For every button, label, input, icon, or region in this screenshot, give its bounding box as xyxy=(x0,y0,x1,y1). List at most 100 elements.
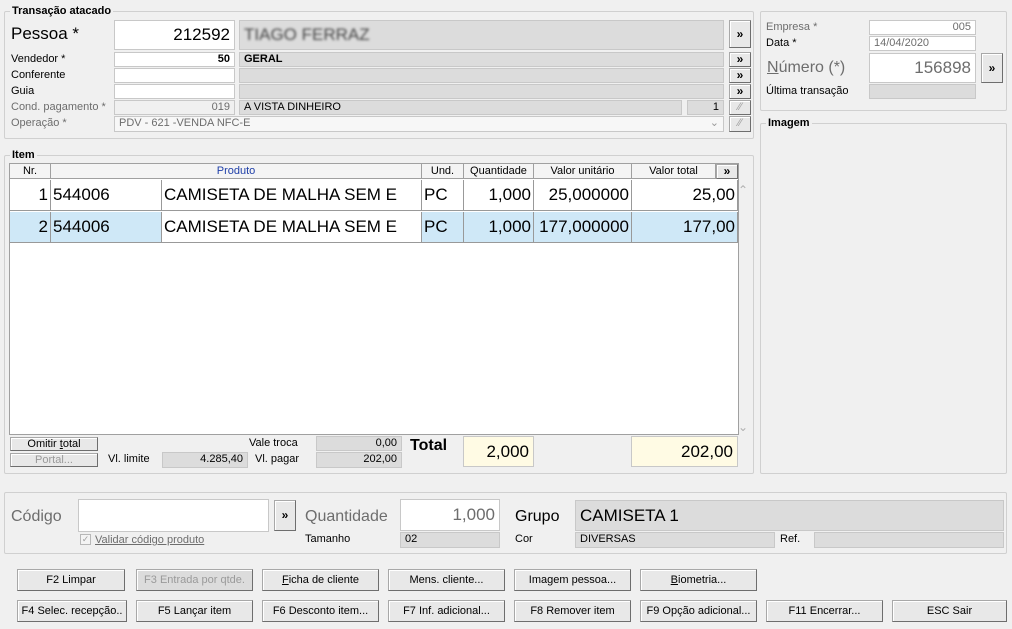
scroll-down-icon[interactable]: ⌄ xyxy=(738,420,748,434)
cond-pagamento-lookup-button: ⁄⁄ xyxy=(729,100,751,115)
row-und: PC xyxy=(422,212,464,243)
validar-label: Validar código produto xyxy=(95,534,205,546)
conferente-name-field xyxy=(239,68,724,83)
row-und: PC xyxy=(422,180,464,211)
imagem-title: Imagem xyxy=(766,117,812,130)
ultima-transacao-label: Última transação xyxy=(766,85,849,97)
esc-sair-button[interactable]: ESC Sair xyxy=(892,600,1007,622)
f4-selec-recepcao-button[interactable]: F4 Selec. recepção.. xyxy=(17,600,127,622)
row-total: 177,00 xyxy=(632,212,738,243)
operacao-label: Operação * xyxy=(11,117,67,129)
f8-remover-item-button[interactable]: F8 Remover item xyxy=(514,600,631,622)
imagem-pessoa-button[interactable]: Imagem pessoa... xyxy=(514,569,631,591)
numero-lookup-button[interactable]: » xyxy=(981,53,1003,83)
biometria-button[interactable]: Biometria... xyxy=(640,569,757,591)
total-valor-field: 202,00 xyxy=(631,436,738,467)
omitir-total-button[interactable]: Omitir total xyxy=(10,437,98,451)
operacao-select[interactable]: PDV - 621 -VENDA NFC-E ⌄ xyxy=(114,116,724,132)
numero-field[interactable]: 156898 xyxy=(869,53,976,83)
col-header-valor-unitario[interactable]: Valor unitário xyxy=(534,164,632,179)
empresa-label: Empresa * xyxy=(766,21,818,33)
chevron-down-icon: ⌄ xyxy=(709,117,719,129)
f3-entrada-qtde-button: F3 Entrada por qtde. xyxy=(136,569,253,591)
ref-label: Ref. xyxy=(780,533,801,545)
portal-button: Portal... xyxy=(10,453,98,467)
f6-desconto-item-button[interactable]: F6 Desconto item... xyxy=(262,600,379,622)
conferente-code-field[interactable] xyxy=(114,68,235,83)
col-header-quantidade[interactable]: Quantidade xyxy=(464,164,534,179)
grupo-label: Grupo xyxy=(515,508,560,525)
mens-cliente-button[interactable]: Mens. cliente... xyxy=(388,569,505,591)
pessoa-label: Pessoa * xyxy=(11,24,80,43)
operacao-value: PDV - 621 -VENDA NFC-E xyxy=(119,117,251,129)
cond-pagamento-name-field: A VISTA DINHEIRO xyxy=(239,100,682,115)
row-code: 544006 xyxy=(51,180,162,211)
vendedor-label: Vendedor * xyxy=(11,53,66,65)
guia-name-field xyxy=(239,84,724,99)
data-field: 14/04/2020 xyxy=(869,36,976,51)
col-header-nr[interactable]: Nr. xyxy=(10,164,51,179)
pessoa-name-field: TIAGO FERRAZ xyxy=(239,20,724,50)
quantidade-label: Quantidade xyxy=(305,508,388,525)
total-label: Total xyxy=(410,437,448,454)
vl-limite-label: Vl. limite xyxy=(108,453,150,465)
codigo-label: Código xyxy=(11,508,62,525)
cor-field: DIVERSAS xyxy=(575,532,775,548)
numero-label-rest: úmero (*) xyxy=(778,59,846,76)
row-qtd: 1,000 xyxy=(464,212,534,243)
conferente-lookup-button[interactable]: » xyxy=(729,68,751,83)
col-header-valor-total[interactable]: Valor total xyxy=(632,164,716,179)
f5-lancar-item-button[interactable]: F5 Lançar item xyxy=(136,600,253,622)
operacao-lookup-button: ⁄⁄ xyxy=(729,116,751,132)
vale-troca-label: Vale troca xyxy=(249,437,298,449)
vendedor-lookup-button[interactable]: » xyxy=(729,52,751,67)
cond-pagamento-name: A VISTA DINHEIRO xyxy=(244,101,341,113)
f9-opcao-adicional-button[interactable]: F9 Opção adicional... xyxy=(640,600,757,622)
guia-label: Guia xyxy=(11,85,35,97)
vendedor-name-field: GERAL xyxy=(239,52,724,67)
f7-inf-adicional-button[interactable]: F7 Inf. adicional... xyxy=(388,600,505,622)
grupo-field: CAMISETA 1 xyxy=(575,500,1004,531)
vale-troca-field: 0,00 xyxy=(316,436,402,451)
codigo-input[interactable] xyxy=(78,499,269,532)
ficha-cliente-button[interactable]: Ficha de cliente xyxy=(262,569,379,591)
validar-checkbox[interactable]: ✓ xyxy=(80,534,91,545)
vl-limite-field: 4.285,40 xyxy=(162,452,248,468)
cond-pagamento-code-field: 019 xyxy=(114,100,235,115)
quantidade-input[interactable]: 1,000 xyxy=(400,499,500,531)
row-qtd: 1,000 xyxy=(464,180,534,211)
total-quantidade-field: 2,000 xyxy=(463,436,534,467)
vl-pagar-field: 202,00 xyxy=(316,452,402,468)
col-header-produto[interactable]: Produto xyxy=(51,164,422,179)
guia-lookup-button[interactable]: » xyxy=(729,84,751,99)
tamanho-field: 02 xyxy=(400,532,500,548)
guia-code-field[interactable] xyxy=(114,84,235,99)
codigo-lookup-button[interactable]: » xyxy=(274,500,296,531)
data-label: Data * xyxy=(766,37,797,49)
vendedor-code-field[interactable]: 50 xyxy=(114,52,235,67)
row-code: 544006 xyxy=(51,212,162,243)
row-desc: CAMISETA DE MALHA SEM E xyxy=(162,212,422,243)
row-unit: 25,000000 xyxy=(534,180,632,211)
cor-label: Cor xyxy=(515,533,533,545)
row-total: 25,00 xyxy=(632,180,738,211)
ref-field xyxy=(814,532,1004,548)
ultima-transacao-field xyxy=(869,84,976,99)
columns-menu-button[interactable]: » xyxy=(716,164,738,179)
cond-pagamento-label: Cond. pagamento * xyxy=(11,101,106,113)
col-header-und[interactable]: Und. xyxy=(422,164,464,179)
row-desc: CAMISETA DE MALHA SEM E xyxy=(162,180,422,211)
pessoa-lookup-button[interactable]: » xyxy=(729,20,751,48)
row-nr: 1 xyxy=(10,180,51,211)
vl-pagar-label: Vl. pagar xyxy=(255,453,300,465)
pessoa-code-field[interactable]: 212592 xyxy=(114,20,235,50)
row-nr: 2 xyxy=(10,212,51,243)
empresa-field: 005 xyxy=(869,20,976,35)
scroll-up-icon[interactable]: ⌃ xyxy=(738,183,748,197)
imagem-group: Imagem xyxy=(760,117,1007,474)
cond-pagamento-count: 1 xyxy=(687,100,724,115)
item-title: Item xyxy=(10,149,37,162)
f2-limpar-button[interactable]: F2 Limpar xyxy=(17,569,125,591)
conferente-label: Conferente xyxy=(11,69,66,81)
f11-encerrar-button[interactable]: F11 Encerrar... xyxy=(766,600,883,622)
